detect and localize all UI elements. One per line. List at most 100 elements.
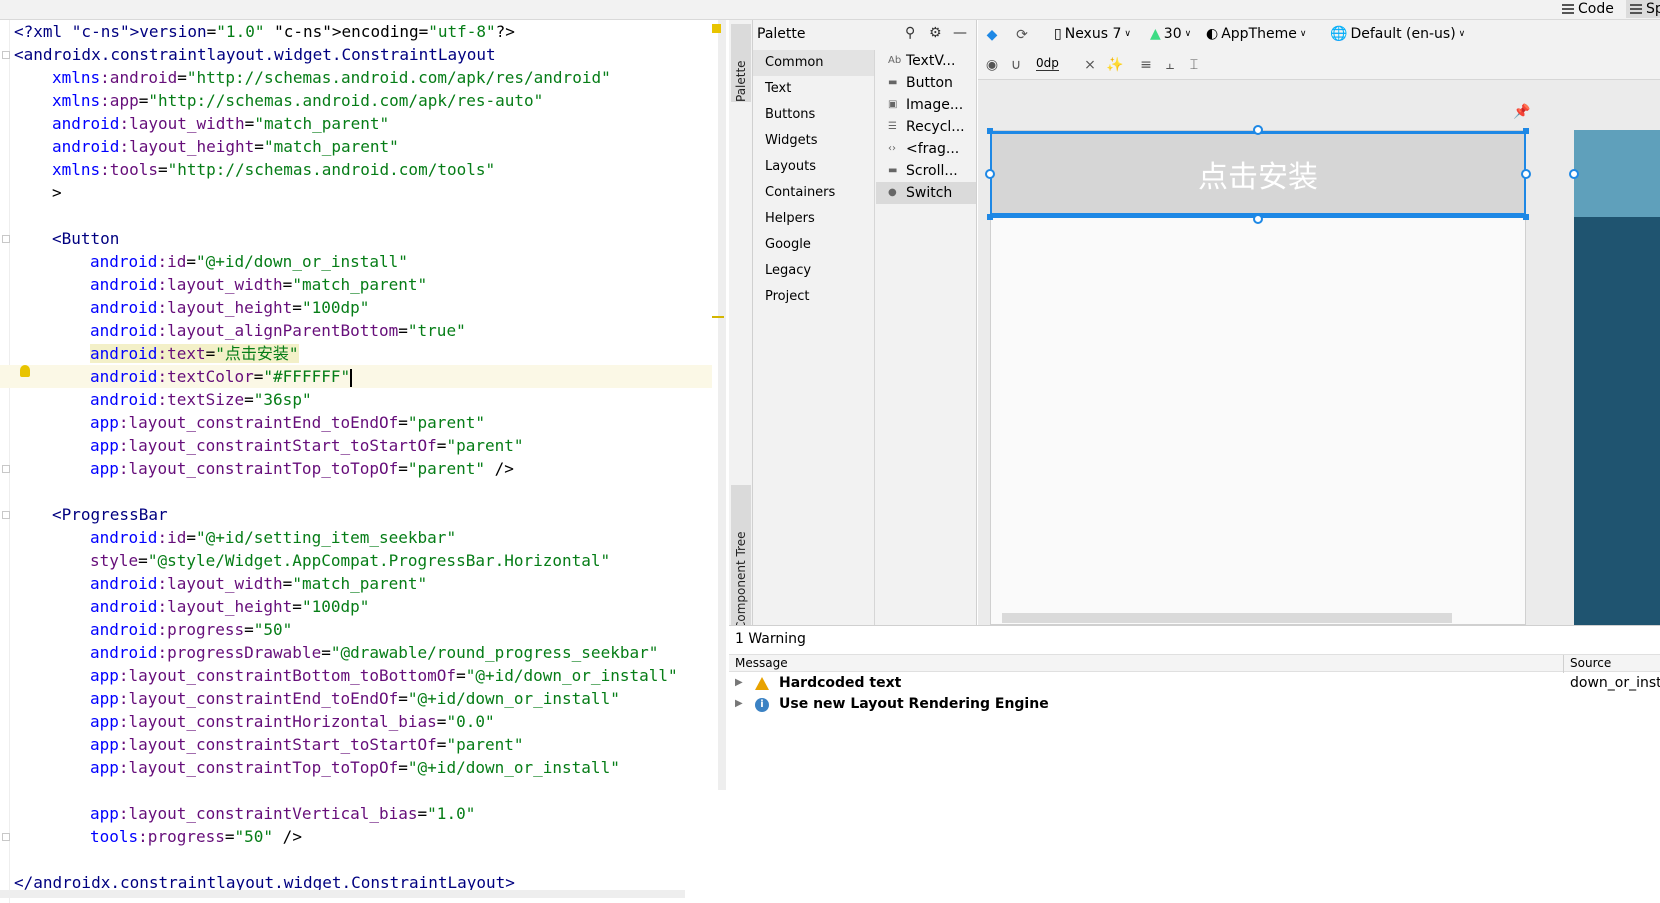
code-line[interactable] [0,779,712,802]
fold-marker[interactable] [2,511,10,519]
palette-widget[interactable]: ▬ Scroll... [876,160,976,182]
locale-dropdown[interactable]: 🌐 Default (en-us) ∨ [1330,26,1465,42]
code-line[interactable]: app:layout_constraintTop_toTopOf="@+id/d… [0,756,712,779]
palette-category-helpers[interactable]: Helpers [753,206,874,232]
right-constraint-handle[interactable] [1521,169,1531,179]
source-column-header[interactable]: Source [1570,656,1611,670]
editor-horizontal-scrollbar[interactable] [0,890,685,898]
design-canvas[interactable]: 📌 点击安装 [978,80,1660,625]
palette-category-common[interactable]: Common [753,50,874,76]
code-line[interactable]: <?xml "c-ns">version="1.0" "c-ns">encodi… [0,20,712,43]
code-line[interactable]: app:layout_constraintVertical_bias="1.0" [0,802,712,825]
code-line[interactable] [0,204,712,227]
palette-category-buttons[interactable]: Buttons [753,102,874,128]
palette-category-text[interactable]: Text [753,76,874,102]
code-line[interactable]: android:id="@+id/setting_item_seekbar" [0,526,712,549]
lightbulb-icon[interactable] [20,365,30,377]
infer-constraints-icon[interactable]: ✨ [1106,57,1123,73]
code-line[interactable]: app:layout_constraintEnd_toEndOf="@+id/d… [0,687,712,710]
code-line[interactable]: android:layout_width="match_parent" [0,112,712,135]
pin-icon[interactable]: 📌 [1513,104,1530,120]
palette-widget[interactable]: Ab TextV... [876,50,976,72]
code-line[interactable]: android:textColor="#FFFFFF" [0,365,712,388]
code-line[interactable]: xmlns:tools="http://schemas.android.com/… [0,158,712,181]
blueprint-button[interactable] [1574,130,1660,217]
palette-category-google[interactable]: Google [753,232,874,258]
fold-marker[interactable] [2,235,10,243]
bottom-constraint-handle[interactable] [1253,214,1263,224]
palette-category-layouts[interactable]: Layouts [753,154,874,180]
minimize-icon[interactable]: — [953,25,967,41]
code-line[interactable]: app:layout_constraintTop_toTopOf="parent… [0,457,712,480]
code-line[interactable]: tools:progress="50" /> [0,825,712,848]
preview-button[interactable]: 点击安装 [990,131,1526,218]
canvas-horizontal-scrollbar[interactable] [1002,613,1452,623]
code-line[interactable]: <ProgressBar [0,503,712,526]
code-line[interactable]: android:layout_height="100dp" [0,296,712,319]
palette-category-project[interactable]: Project [753,284,874,310]
resize-handle-bottom-left[interactable] [987,214,993,220]
column-divider[interactable] [1563,655,1564,673]
api-dropdown[interactable]: ▲ 30 ∨ [1150,26,1191,42]
layers-icon[interactable]: ◆ [984,27,1000,43]
code-line[interactable]: android:textSize="36sp" [0,388,712,411]
warning-marker-icon[interactable] [712,24,721,33]
scroll-marker[interactable] [712,316,724,318]
clear-constraints-icon[interactable]: ⨯ [1082,57,1098,73]
default-margin-button[interactable]: 0dp [1036,56,1059,71]
code-line[interactable]: android:layout_height="100dp" [0,595,712,618]
message-column-header[interactable]: Message [735,656,788,670]
code-line[interactable]: android:layout_alignParentBottom="true" [0,319,712,342]
orientation-icon[interactable]: ⟳ [1014,27,1030,43]
pack-icon[interactable]: ≡ [1138,57,1154,73]
palette-side-tab[interactable]: Palette [731,24,751,102]
align-icon[interactable]: ⫠ [1162,57,1178,73]
code-line[interactable]: android:layout_width="match_parent" [0,273,712,296]
issue-row[interactable]: ▶ i Use new Layout Rendering Engine [729,695,1660,716]
resize-handle-bottom-right[interactable] [1523,214,1529,220]
resize-handle-top-left[interactable] [987,128,993,134]
editor-vertical-scrollbar[interactable] [718,20,726,790]
code-line[interactable]: xmlns:android="http://schemas.android.co… [0,66,712,89]
code-line[interactable]: android:id="@+id/down_or_install" [0,250,712,273]
left-constraint-handle[interactable] [985,169,995,179]
code-line[interactable]: <androidx.constraintlayout.widget.Constr… [0,43,712,66]
palette-category-legacy[interactable]: Legacy [753,258,874,284]
palette-widget[interactable]: ▣ Image... [876,94,976,116]
palette-widget[interactable]: ● Switch [876,182,976,204]
expand-arrow-icon[interactable]: ▶ [735,698,743,709]
code-line[interactable]: <Button [0,227,712,250]
code-line[interactable]: android:text="点击安装" [0,342,712,365]
fold-marker[interactable] [2,833,10,841]
resize-handle-top-right[interactable] [1523,128,1529,134]
fold-marker[interactable] [2,51,10,59]
palette-category-widgets[interactable]: Widgets [753,128,874,154]
code-mode-button[interactable]: Code [1562,0,1614,18]
code-line[interactable]: app:layout_constraintHorizontal_bias="0.… [0,710,712,733]
palette-widget[interactable]: ▬ Button [876,72,976,94]
expand-arrow-icon[interactable]: ▶ [735,677,743,688]
split-mode-button[interactable]: Sp [1626,0,1660,18]
code-line[interactable]: app:layout_constraintEnd_toEndOf="parent… [0,411,712,434]
guidelines-icon[interactable]: ⌶ [1186,57,1202,73]
theme-dropdown[interactable]: ◐ AppTheme ∨ [1206,26,1306,42]
blueprint-constraint-handle[interactable] [1569,169,1579,179]
palette-category-containers[interactable]: Containers [753,180,874,206]
code-line[interactable]: app:layout_constraintStart_toStartOf="pa… [0,434,712,457]
code-line[interactable]: style="@style/Widget.AppCompat.ProgressB… [0,549,712,572]
search-icon[interactable]: ⚲ [905,25,915,41]
code-line[interactable]: android:layout_width="match_parent" [0,572,712,595]
code-line[interactable] [0,480,712,503]
code-line[interactable]: android:progressDrawable="@drawable/roun… [0,641,712,664]
magnet-icon[interactable]: ∪ [1008,57,1024,73]
component-tree-side-tab[interactable]: Component Tree [731,485,751,630]
code-editor[interactable]: <?xml "c-ns">version="1.0" "c-ns">encodi… [0,20,728,903]
top-constraint-handle[interactable] [1253,125,1263,135]
code-line[interactable]: app:layout_constraintStart_toStartOf="pa… [0,733,712,756]
code-line[interactable] [0,848,712,871]
code-line[interactable]: android:progress="50" [0,618,712,641]
palette-widget[interactable]: ‹› <frag... [876,138,976,160]
code-line[interactable]: android:layout_height="match_parent" [0,135,712,158]
code-line[interactable]: xmlns:app="http://schemas.android.com/ap… [0,89,712,112]
eye-icon[interactable]: ◉ [984,57,1000,73]
